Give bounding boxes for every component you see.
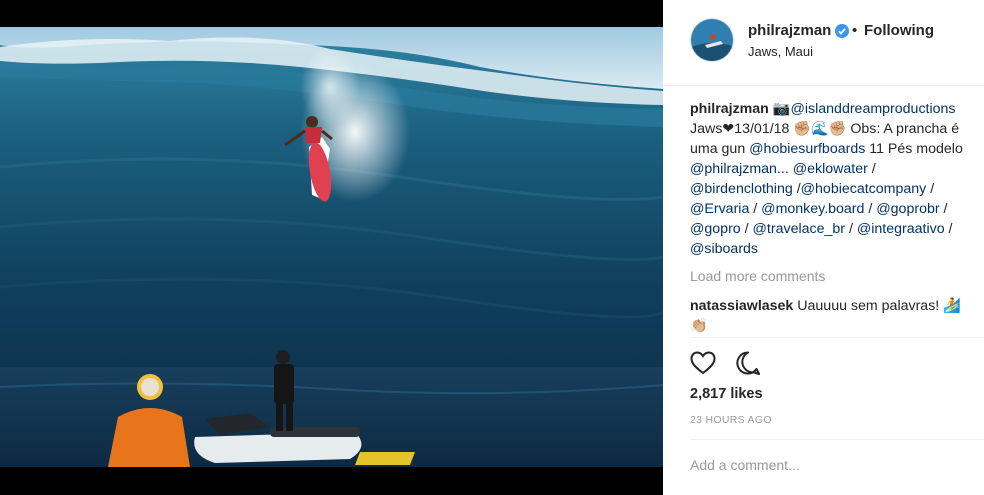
- caption-text: /: [939, 201, 948, 217]
- comment-bubble-icon[interactable]: [735, 350, 761, 376]
- caption: philrajzman 📷@islanddreamproductions Jaw…: [690, 99, 984, 259]
- caption-username[interactable]: philrajzman: [690, 101, 769, 117]
- caption-text: /: [740, 221, 753, 237]
- separator-dot: •: [852, 22, 858, 39]
- mention-link[interactable]: @siboards: [690, 241, 758, 257]
- mention-link[interactable]: @hobiesurfboards: [749, 141, 865, 157]
- following-button[interactable]: Following: [864, 22, 934, 39]
- mention-link[interactable]: @integraativo: [857, 221, 945, 237]
- load-more-comments-button[interactable]: Load more comments: [690, 268, 825, 284]
- divider: [690, 439, 984, 440]
- caption-text: /: [944, 221, 953, 237]
- mention-link[interactable]: @Ervaria: [690, 201, 749, 217]
- post-side-panel: philrajzman • Following Jaws, Maui philr…: [663, 0, 984, 495]
- caption-text: 11 Pés modelo: [865, 141, 963, 157]
- comment: natassiawlasek Uauuuu sem palavras! 🏄 👏🏼: [690, 296, 984, 336]
- caption-text: 📷: [772, 101, 791, 117]
- caption-text: Jaws❤13/01/18 ✊🏼🌊✊🏼 Obs: A prancha é: [690, 121, 960, 137]
- caption-text: /: [926, 181, 935, 197]
- caption-text: /: [867, 161, 876, 177]
- location-link[interactable]: Jaws, Maui: [748, 44, 813, 59]
- avatar[interactable]: [690, 18, 734, 62]
- add-comment-input[interactable]: [690, 457, 970, 473]
- comment-text: Uauuuu sem palavras! 🏄: [797, 298, 961, 314]
- mention-link[interactable]: @eklowater: [793, 161, 868, 177]
- mention-link[interactable]: @hobiecatcompany: [801, 181, 927, 197]
- mention-link[interactable]: @philrajzman: [690, 161, 777, 177]
- mention-link[interactable]: @monkey.board: [761, 201, 864, 217]
- header-username[interactable]: philrajzman: [748, 22, 831, 39]
- caption-line-6: @gopro / @travelace_br / @integraativo /: [690, 219, 984, 239]
- caption-line0-text: 📷@islanddreamproductions: [773, 101, 956, 117]
- caption-text: /: [864, 201, 877, 217]
- mention-link[interactable]: @gopro: [690, 221, 741, 237]
- post-timestamp[interactable]: 23 HOURS AGO: [690, 414, 772, 426]
- caption-line-7: @siboards: [690, 239, 984, 259]
- surf-photo-image: [0, 27, 663, 467]
- post-header: philrajzman • Following Jaws, Maui: [663, 0, 984, 86]
- like-count[interactable]: 2,817 likes: [690, 386, 763, 402]
- comment-username[interactable]: natassiawlasek: [690, 298, 793, 314]
- heart-icon[interactable]: [690, 350, 716, 376]
- post-photo[interactable]: [0, 27, 663, 467]
- comment-line-2: 👏🏼: [690, 318, 708, 334]
- caption-text: /: [792, 181, 801, 197]
- caption-line-5: @Ervaria / @monkey.board / @goprobr /: [690, 199, 984, 219]
- verified-badge-icon: [835, 24, 849, 38]
- photo-pane: [0, 0, 663, 495]
- mention-link[interactable]: @islanddreamproductions: [790, 101, 955, 117]
- caption-line-1: Jaws❤13/01/18 ✊🏼🌊✊🏼 Obs: A prancha é: [690, 119, 984, 139]
- caption-text: ...: [776, 161, 793, 177]
- comment-line-1: natassiawlasek Uauuuu sem palavras! 🏄: [690, 296, 984, 316]
- caption-line-2: uma gun @hobiesurfboards 11 Pés modelo: [690, 139, 984, 159]
- avatar-image: [691, 19, 733, 61]
- mention-link[interactable]: @birdenclothing: [690, 181, 793, 197]
- caption-line-4: @birdenclothing /@hobiecatcompany /: [690, 179, 984, 199]
- caption-text: uma gun: [690, 141, 750, 157]
- divider: [690, 337, 984, 338]
- mention-link[interactable]: @goprobr: [876, 201, 939, 217]
- caption-line-0: philrajzman 📷@islanddreamproductions: [690, 99, 984, 119]
- caption-line-3: @philrajzman... @eklowater /: [690, 159, 984, 179]
- caption-text: /: [749, 201, 762, 217]
- caption-text: /: [845, 221, 857, 237]
- mention-link[interactable]: @travelace_br: [753, 221, 845, 237]
